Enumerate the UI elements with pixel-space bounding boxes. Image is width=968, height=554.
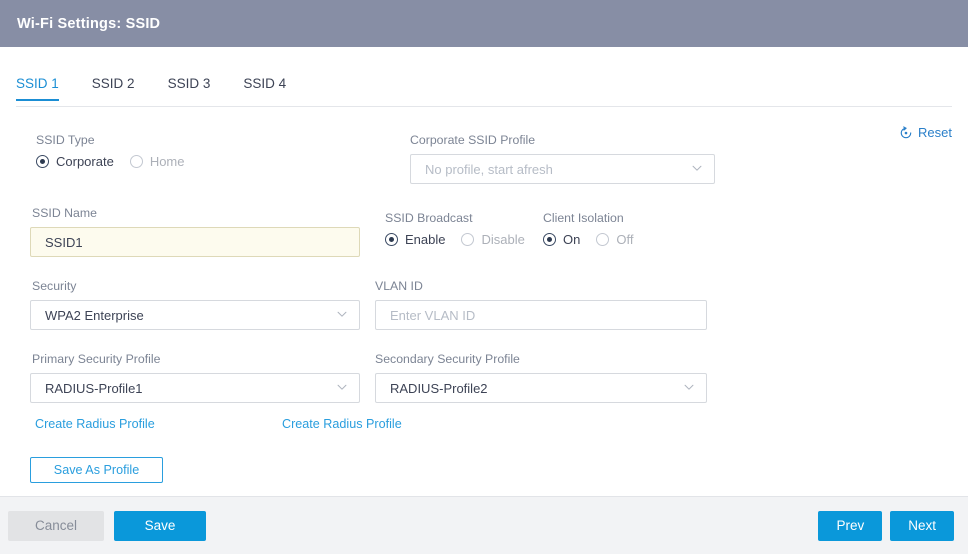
- next-button[interactable]: Next: [890, 510, 954, 541]
- radio-ssid-type-corporate[interactable]: Corporate: [36, 154, 114, 169]
- corporate-ssid-profile-select[interactable]: No profile, start afresh: [410, 154, 715, 184]
- prev-button[interactable]: Prev: [818, 510, 883, 541]
- security-label: Security: [32, 279, 77, 293]
- radio-ssid-broadcast-enable[interactable]: Enable: [385, 232, 445, 247]
- ssid-type-radio-group: Corporate Home: [36, 154, 296, 169]
- save-as-profile-button[interactable]: Save As Profile: [30, 457, 163, 483]
- client-isolation-radio-group: On Off: [543, 232, 693, 247]
- reset-label: Reset: [918, 125, 952, 140]
- window-titlebar: Wi-Fi Settings: SSID: [0, 0, 968, 47]
- chevron-down-icon: [682, 380, 696, 397]
- corporate-ssid-profile-label: Corporate SSID Profile: [410, 133, 536, 147]
- ssid-name-input[interactable]: SSID1: [30, 227, 360, 257]
- footer-bar: Cancel Save Prev Next: [0, 497, 968, 554]
- security-value: WPA2 Enterprise: [45, 307, 144, 323]
- tab-ssid-3[interactable]: SSID 3: [168, 76, 211, 101]
- radio-client-isolation-off[interactable]: Off: [596, 232, 633, 247]
- client-isolation-label: Client Isolation: [543, 211, 624, 225]
- tab-ssid-2[interactable]: SSID 2: [92, 76, 135, 101]
- radio-indicator: [461, 233, 475, 246]
- primary-security-profile-value: RADIUS-Profile1: [45, 380, 143, 396]
- field-corporate-ssid-profile: Corporate SSID Profile No profile, start…: [410, 133, 715, 184]
- radio-client-isolation-on[interactable]: On: [543, 232, 580, 247]
- ssid-broadcast-radio-group: Enable Disable: [385, 232, 535, 247]
- create-radius-profile-link-primary[interactable]: Create Radius Profile: [35, 417, 155, 431]
- field-primary-security-profile: Primary Security Profile RADIUS-Profile1: [30, 352, 360, 403]
- save-button[interactable]: Save: [114, 510, 206, 541]
- field-secondary-security-profile: Secondary Security Profile RADIUS-Profil…: [375, 352, 707, 403]
- secondary-security-profile-label: Secondary Security Profile: [375, 352, 520, 366]
- ssid-name-label: SSID Name: [32, 206, 97, 220]
- radio-indicator: [129, 155, 143, 168]
- vlan-id-label: VLAN ID: [375, 279, 423, 293]
- field-security: Security WPA2 Enterprise: [30, 279, 360, 330]
- cancel-button[interactable]: Cancel: [8, 510, 104, 541]
- field-ssid-name: SSID Name SSID1: [30, 206, 360, 257]
- footer-nav-buttons: Prev Next: [818, 497, 954, 554]
- radio-label: Enable: [405, 232, 446, 247]
- radio-label: Corporate: [56, 154, 114, 169]
- wifi-settings-window: Wi-Fi Settings: SSID SSID 1 SSID 2 SSID …: [0, 0, 968, 554]
- ssid-name-value: SSID1: [45, 234, 83, 250]
- corporate-ssid-profile-value: No profile, start afresh: [425, 161, 553, 177]
- reset-circular-arrow-icon: [899, 125, 913, 140]
- field-ssid-type: SSID Type Corporate Home: [36, 133, 296, 169]
- chevron-down-icon: [335, 380, 349, 397]
- chevron-down-icon: [335, 307, 349, 324]
- settings-panel: SSID 1 SSID 2 SSID 3 SSID 4 Reset SSID T…: [0, 47, 968, 497]
- field-ssid-broadcast: SSID Broadcast Enable Disable: [385, 211, 535, 247]
- ssid-type-label: SSID Type: [36, 133, 95, 147]
- radio-ssid-broadcast-disable[interactable]: Disable: [461, 232, 525, 247]
- radio-indicator: [36, 155, 49, 168]
- primary-security-profile-select[interactable]: RADIUS-Profile1: [30, 373, 360, 403]
- field-client-isolation: Client Isolation On Off: [543, 211, 693, 247]
- radio-label: Off: [616, 232, 634, 247]
- primary-security-profile-label: Primary Security Profile: [32, 352, 161, 366]
- window-title: Wi-Fi Settings: SSID: [17, 15, 161, 32]
- secondary-security-profile-select[interactable]: RADIUS-Profile2: [375, 373, 707, 403]
- reset-button[interactable]: Reset: [899, 125, 952, 140]
- radio-label: On: [563, 232, 581, 247]
- radio-indicator: [543, 233, 556, 246]
- radio-label: Home: [149, 154, 185, 169]
- ssid-tabs: SSID 1 SSID 2 SSID 3 SSID 4: [16, 75, 952, 107]
- tab-ssid-4[interactable]: SSID 4: [243, 76, 286, 101]
- create-radius-profile-link-secondary[interactable]: Create Radius Profile: [282, 417, 402, 431]
- vlan-id-input[interactable]: Enter VLAN ID: [375, 300, 707, 330]
- save-as-profile-label: Save As Profile: [53, 463, 140, 477]
- radio-indicator: [596, 233, 610, 246]
- secondary-security-profile-value: RADIUS-Profile2: [390, 380, 488, 396]
- tab-ssid-1[interactable]: SSID 1: [16, 76, 59, 101]
- field-vlan-id: VLAN ID Enter VLAN ID: [375, 279, 707, 330]
- security-select[interactable]: WPA2 Enterprise: [30, 300, 360, 330]
- ssid-broadcast-label: SSID Broadcast: [385, 211, 473, 225]
- radio-indicator: [385, 233, 398, 246]
- radio-ssid-type-home[interactable]: Home: [129, 154, 185, 169]
- vlan-id-placeholder: Enter VLAN ID: [390, 307, 476, 323]
- radio-label: Disable: [481, 232, 525, 247]
- chevron-down-icon: [690, 161, 704, 178]
